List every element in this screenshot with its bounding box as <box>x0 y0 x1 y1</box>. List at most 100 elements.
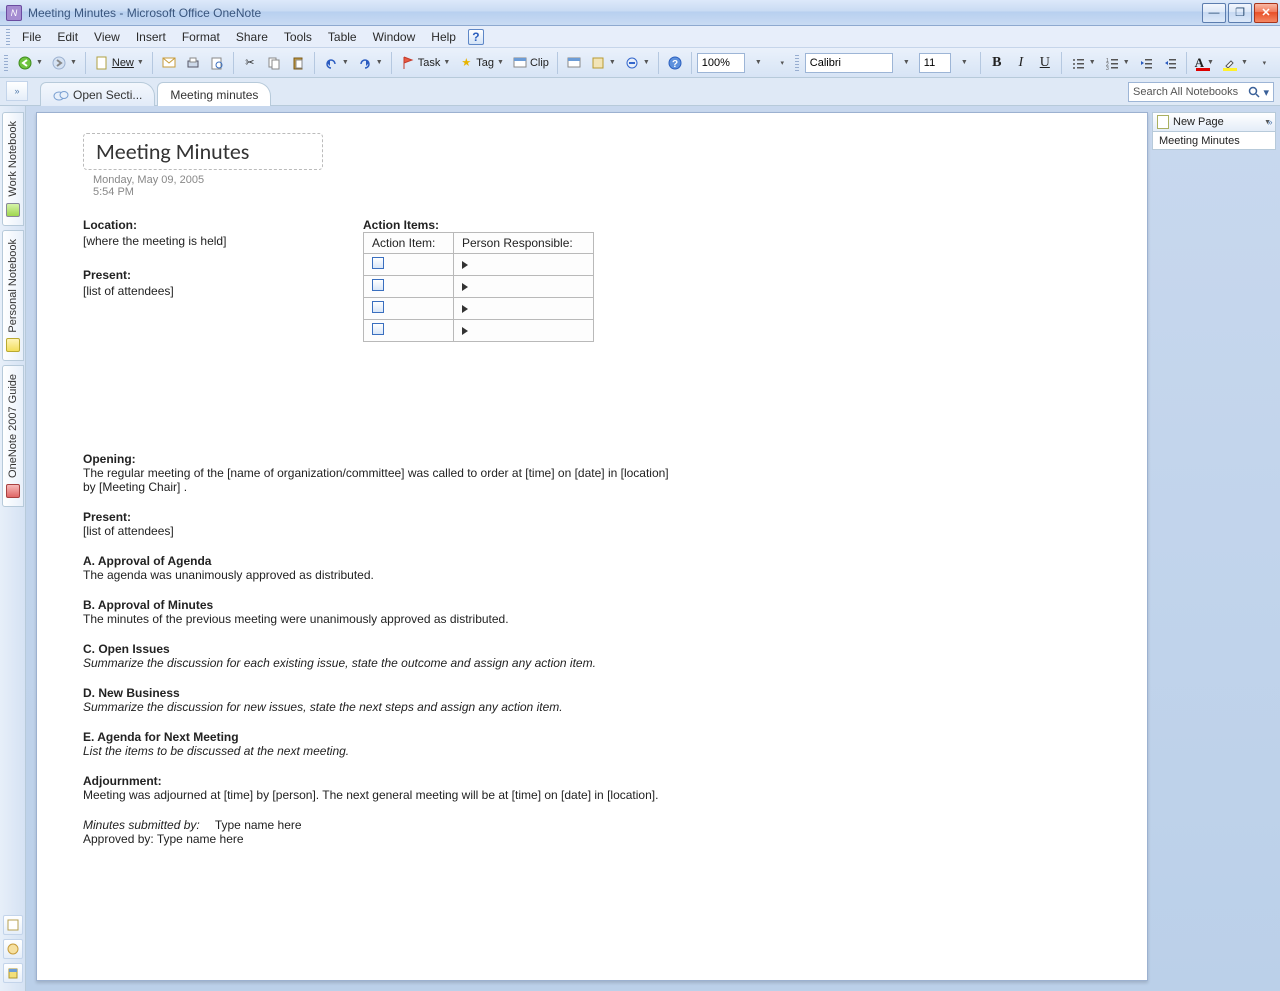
close-button[interactable]: ✕ <box>1254 3 1278 23</box>
cut-button[interactable]: ✂ <box>239 52 261 74</box>
table-row[interactable] <box>364 276 594 298</box>
menubar-grip[interactable] <box>6 29 10 45</box>
section-e-body[interactable]: List the items to be discussed at the ne… <box>83 744 683 758</box>
expand-navigation-button[interactable]: » <box>6 81 28 101</box>
toolbar-overflow-2[interactable]: ▾ <box>1253 52 1275 74</box>
checkbox-icon[interactable] <box>372 279 384 291</box>
all-notebooks-button[interactable] <box>3 939 23 959</box>
checkbox-icon[interactable] <box>372 323 384 335</box>
menu-format[interactable]: Format <box>174 28 228 46</box>
toolbar-overflow-1[interactable]: ▾ <box>771 52 793 74</box>
font-name-dropdown[interactable]: ▼ <box>895 52 917 74</box>
action-items-table[interactable]: Action Item: Person Responsible: <box>363 232 594 342</box>
minimize-button[interactable]: — <box>1202 3 1226 23</box>
undo-button[interactable]: ▼ <box>320 52 352 74</box>
indent-button[interactable] <box>1159 52 1181 74</box>
table-row[interactable] <box>364 320 594 342</box>
section-tab-row: » Open Secti... Meeting minutes Search A… <box>0 78 1280 106</box>
fullscreen-button[interactable] <box>563 52 585 74</box>
section-d-body[interactable]: Summarize the discussion for new issues,… <box>83 700 683 714</box>
section-tab-meeting-minutes[interactable]: Meeting minutes <box>157 82 271 106</box>
checkbox-icon[interactable] <box>372 301 384 313</box>
zoom-input[interactable] <box>697 53 745 73</box>
help-button[interactable]: ? <box>664 52 686 74</box>
menu-help[interactable]: Help <box>423 28 464 46</box>
menu-view[interactable]: View <box>86 28 128 46</box>
page-canvas[interactable]: Meeting Minutes Monday, May 09, 2005 5:5… <box>36 112 1148 981</box>
opening-body[interactable]: The regular meeting of the [name of orga… <box>83 466 683 494</box>
outdent-button[interactable] <box>1135 52 1157 74</box>
underline-button[interactable]: U <box>1034 52 1056 74</box>
notebook-tab-work[interactable]: Work Notebook <box>2 112 24 226</box>
zoom-dropdown[interactable]: ▼ <box>747 52 769 74</box>
bold-button[interactable]: B <box>986 52 1008 74</box>
table-row[interactable] <box>364 298 594 320</box>
bullets-button[interactable]: ▼ <box>1067 52 1099 74</box>
table-row[interactable] <box>364 254 594 276</box>
section-c-body[interactable]: Summarize the discussion for each existi… <box>83 656 683 670</box>
notebook-color-icon <box>6 484 20 498</box>
section-a-body[interactable]: The agenda was unanimously approved as d… <box>83 568 683 582</box>
search-placeholder: Search All Notebooks <box>1133 86 1238 98</box>
numbering-button[interactable]: 123▼ <box>1101 52 1133 74</box>
link-button[interactable]: ▼ <box>621 52 653 74</box>
submitted-by-value[interactable]: Type name here <box>215 818 302 832</box>
print-preview-button[interactable] <box>206 52 228 74</box>
expand-icon[interactable] <box>462 305 468 313</box>
menu-table[interactable]: Table <box>320 28 365 46</box>
redo-button[interactable]: ▼ <box>354 52 386 74</box>
menu-file[interactable]: File <box>14 28 49 46</box>
menu-insert[interactable]: Insert <box>128 28 174 46</box>
forward-button[interactable]: ▼ <box>48 52 80 74</box>
back-button[interactable]: ▼ <box>14 52 46 74</box>
recycle-bin-button[interactable] <box>3 963 23 983</box>
search-all-notebooks[interactable]: Search All Notebooks ▾ <box>1128 82 1274 102</box>
new-button[interactable]: New▼ <box>91 52 147 74</box>
tag-button[interactable]: ★Tag▼ <box>455 52 507 74</box>
menu-share[interactable]: Share <box>228 28 276 46</box>
menu-window[interactable]: Window <box>365 28 424 46</box>
insert-button[interactable]: ▼ <box>587 52 619 74</box>
menu-edit[interactable]: Edit <box>49 28 86 46</box>
section-c-head: C. Open Issues <box>83 642 683 656</box>
print-button[interactable] <box>182 52 204 74</box>
help-icon[interactable]: ? <box>468 29 484 45</box>
notebook-tab-guide[interactable]: OneNote 2007 Guide <box>2 365 24 507</box>
expand-icon[interactable] <box>462 327 468 335</box>
notebook-tab-personal[interactable]: Personal Notebook <box>2 230 24 362</box>
font-size-input[interactable] <box>919 53 951 73</box>
checkbox-icon[interactable] <box>372 257 384 269</box>
highlight-button[interactable]: ▼ <box>1219 52 1251 74</box>
copy-button[interactable] <box>263 52 285 74</box>
adjournment-body[interactable]: Meeting was adjourned at [time] by [pers… <box>83 788 683 802</box>
task-button[interactable]: Task▼ <box>397 52 454 74</box>
unfiled-notes-button[interactable] <box>3 915 23 935</box>
paste-button[interactable] <box>287 52 309 74</box>
present-body[interactable]: [list of attendees] <box>83 284 303 298</box>
search-icon[interactable]: ▾ <box>1248 86 1269 99</box>
new-page-button[interactable]: New Page ▼ <box>1152 112 1276 132</box>
maximize-button[interactable]: ❐ <box>1228 3 1252 23</box>
expand-icon[interactable] <box>462 283 468 291</box>
mail-button[interactable] <box>158 52 180 74</box>
expand-pages-button[interactable]: » <box>1262 112 1278 132</box>
open-sections-tab[interactable]: Open Secti... <box>40 82 155 106</box>
toolbar-grip-1[interactable] <box>4 55 8 71</box>
font-name-input[interactable] <box>805 53 893 73</box>
cut-icon: ✂ <box>242 55 258 71</box>
menu-tools[interactable]: Tools <box>276 28 320 46</box>
page-title-container[interactable]: Meeting Minutes <box>83 133 323 170</box>
clip-button[interactable]: Clip <box>509 52 552 74</box>
approved-by-value[interactable]: Type name here <box>157 832 244 846</box>
col-person-responsible: Person Responsible: <box>454 233 594 254</box>
font-color-button[interactable]: A▼ <box>1192 52 1217 74</box>
expand-icon[interactable] <box>462 261 468 269</box>
location-body[interactable]: [where the meeting is held] <box>83 234 303 248</box>
present2-body[interactable]: [list of attendees] <box>83 524 683 538</box>
font-size-dropdown[interactable]: ▼ <box>953 52 975 74</box>
toolbar-grip-2[interactable] <box>795 55 799 71</box>
page-title[interactable]: Meeting Minutes <box>96 138 310 165</box>
italic-button[interactable]: I <box>1010 52 1032 74</box>
page-list-item[interactable]: Meeting Minutes <box>1152 132 1276 150</box>
section-b-body[interactable]: The minutes of the previous meeting were… <box>83 612 683 626</box>
